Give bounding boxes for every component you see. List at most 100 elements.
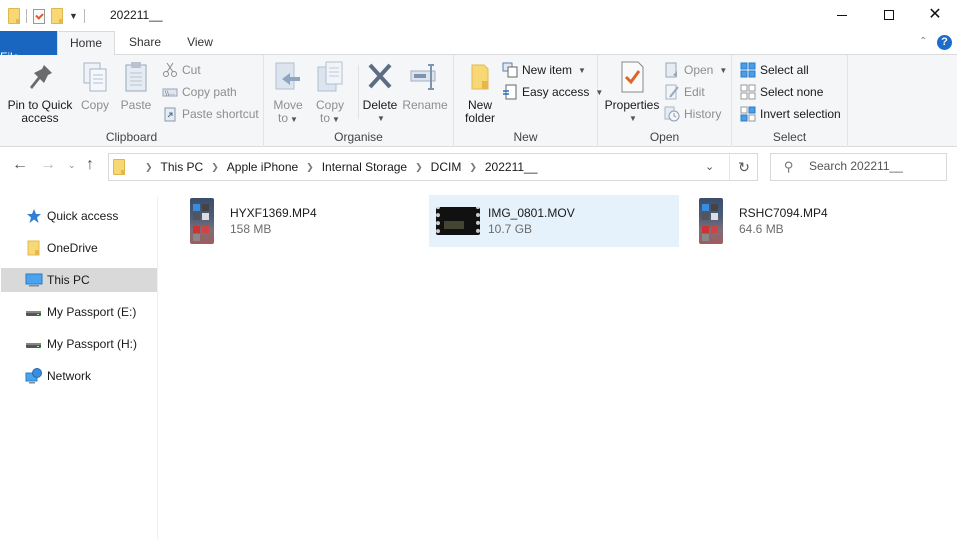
back-button[interactable]: ←	[12, 156, 28, 174]
easy-access-button[interactable]: Easy access ▼	[502, 83, 603, 101]
tab-view[interactable]: View	[175, 31, 225, 55]
chevron-right-icon[interactable]: ❯	[145, 162, 153, 173]
chevron-right-icon[interactable]: ❯	[469, 162, 477, 173]
paste-button[interactable]: Paste	[118, 59, 154, 112]
address-history-dropdown[interactable]: ⌄	[705, 160, 714, 173]
easy-access-label: Easy access	[522, 85, 590, 99]
file-item[interactable]: RSHC7094.MP4 64.6 MB	[669, 195, 919, 247]
easy-access-icon	[502, 84, 518, 100]
nav-item-label: My Passport (H:)	[47, 337, 138, 351]
copy-path-label: Copy path	[182, 85, 237, 99]
properties-icon[interactable]	[33, 8, 45, 24]
chevron-right-icon[interactable]: ❯	[415, 162, 423, 173]
breadcrumb-current-folder[interactable]: 202211__	[485, 160, 538, 174]
new-item-button[interactable]: New item ▼	[502, 61, 586, 79]
copy-to-icon	[314, 59, 346, 95]
pin-label-line2: access	[21, 111, 59, 125]
pin-to-quick-access-button[interactable]: Pin to Quick access	[6, 59, 74, 125]
breadcrumb: ❯ This PC ❯ Apple iPhone ❯ Internal Stor…	[137, 154, 537, 180]
move-to-icon	[272, 59, 304, 95]
delete-button[interactable]: Delete ▼	[362, 59, 398, 125]
tab-share[interactable]: Share	[118, 31, 172, 55]
clipboard-group-label: Clipboard	[105, 130, 158, 144]
select-all-button[interactable]: Select all	[740, 61, 809, 79]
copy-button[interactable]: Copy	[78, 59, 112, 112]
search-box: ⚲	[770, 153, 947, 181]
arrow-left-icon: ←	[12, 156, 28, 173]
copy-label: Copy	[80, 98, 109, 112]
open-button[interactable]: Open ▼	[664, 61, 727, 79]
nav-item-network[interactable]: Network	[1, 364, 157, 388]
chevron-down-icon: ▼	[332, 115, 340, 124]
maximize-button[interactable]	[866, 0, 912, 30]
properties-icon	[616, 59, 648, 95]
video-thumbnail-icon	[699, 198, 723, 244]
new-folder-label-line2: folder	[464, 111, 496, 125]
folder-icon	[25, 240, 43, 256]
new-folder-icon[interactable]	[51, 8, 63, 24]
nav-item-this-pc[interactable]: This PC	[1, 268, 157, 292]
invert-selection-button[interactable]: Invert selection	[740, 105, 841, 123]
history-button[interactable]: History	[664, 105, 721, 123]
minimize-button[interactable]	[819, 0, 865, 30]
tab-home[interactable]: Home	[57, 31, 115, 56]
file-size: 158 MB	[230, 222, 272, 236]
new-group: New folder New item ▼ Easy access ▼ New	[454, 55, 603, 147]
chevron-down-icon: ▼	[578, 65, 586, 75]
paste-shortcut-label: Paste shortcut	[182, 107, 259, 121]
file-name: RSHC7094.MP4	[739, 206, 828, 220]
breadcrumb-internal-storage[interactable]: Internal Storage	[322, 160, 407, 174]
recent-locations-button[interactable]: ⌄	[68, 160, 76, 171]
delete-icon	[364, 59, 396, 95]
nav-item-onedrive[interactable]: OneDrive	[1, 236, 157, 260]
breadcrumb-this-pc[interactable]: This PC	[161, 160, 204, 174]
invert-selection-icon	[740, 106, 756, 122]
chevron-right-icon[interactable]: ❯	[306, 162, 314, 173]
select-none-icon	[740, 84, 756, 100]
breadcrumb-apple-iphone[interactable]: Apple iPhone	[227, 160, 298, 174]
move-to-button[interactable]: Move to ▼	[272, 59, 304, 126]
divider	[83, 9, 85, 23]
forward-button[interactable]: →	[40, 156, 56, 174]
copy-path-button[interactable]: \\... Copy path	[162, 83, 237, 101]
network-icon	[25, 368, 43, 384]
nav-item-my-passport-e[interactable]: My Passport (E:)	[1, 300, 157, 324]
folder-icon	[113, 159, 125, 175]
minimize-icon	[837, 14, 847, 16]
nav-item-my-passport-h[interactable]: My Passport (H:)	[1, 332, 157, 356]
divider	[358, 65, 359, 119]
divider	[26, 9, 27, 23]
copy-to-button[interactable]: Copy to ▼	[314, 59, 346, 126]
search-input[interactable]	[809, 159, 939, 173]
select-none-button[interactable]: Select none	[740, 83, 823, 101]
collapse-ribbon-icon[interactable]: ⌃	[919, 36, 927, 47]
cut-button[interactable]: Cut	[162, 61, 201, 79]
customize-dropdown-icon[interactable]: ▼	[69, 11, 78, 21]
edit-button[interactable]: Edit	[664, 83, 705, 101]
up-button[interactable]: ↑	[86, 156, 94, 174]
file-size: 64.6 MB	[739, 222, 784, 236]
paste-shortcut-button[interactable]: Paste shortcut	[162, 105, 259, 123]
select-group-label: Select	[772, 130, 807, 144]
close-button[interactable]: ✕	[912, 0, 957, 30]
folder-icon[interactable]	[8, 8, 20, 24]
open-group: Properties ▼ Open ▼ Edit History Open	[598, 55, 732, 147]
breadcrumb-dcim[interactable]: DCIM	[431, 160, 462, 174]
rename-button[interactable]: Rename	[402, 59, 448, 112]
select-group: Select all Select none Invert selection …	[732, 55, 848, 147]
refresh-button[interactable]: ↻	[729, 154, 758, 180]
nav-item-quick-access[interactable]: Quick access	[1, 204, 157, 228]
nav-item-label: Network	[47, 369, 92, 383]
address-bar[interactable]: ❯ This PC ❯ Apple iPhone ❯ Internal Stor…	[108, 153, 758, 181]
cut-label: Cut	[182, 63, 201, 77]
properties-button[interactable]: Properties ▼	[604, 59, 660, 125]
help-icon[interactable]: ?	[937, 35, 952, 50]
file-item[interactable]: HYXF1369.MP4 158 MB	[160, 195, 410, 247]
file-size: 10.7 GB	[488, 222, 533, 236]
file-item[interactable]: IMG_0801.MOV 10.7 GB	[429, 195, 679, 247]
star-icon	[25, 208, 43, 224]
chevron-right-icon[interactable]: ❯	[211, 162, 219, 173]
new-folder-button[interactable]: New folder	[462, 59, 498, 125]
history-label: History	[684, 107, 722, 121]
quick-access-toolbar: ▼	[8, 6, 85, 26]
